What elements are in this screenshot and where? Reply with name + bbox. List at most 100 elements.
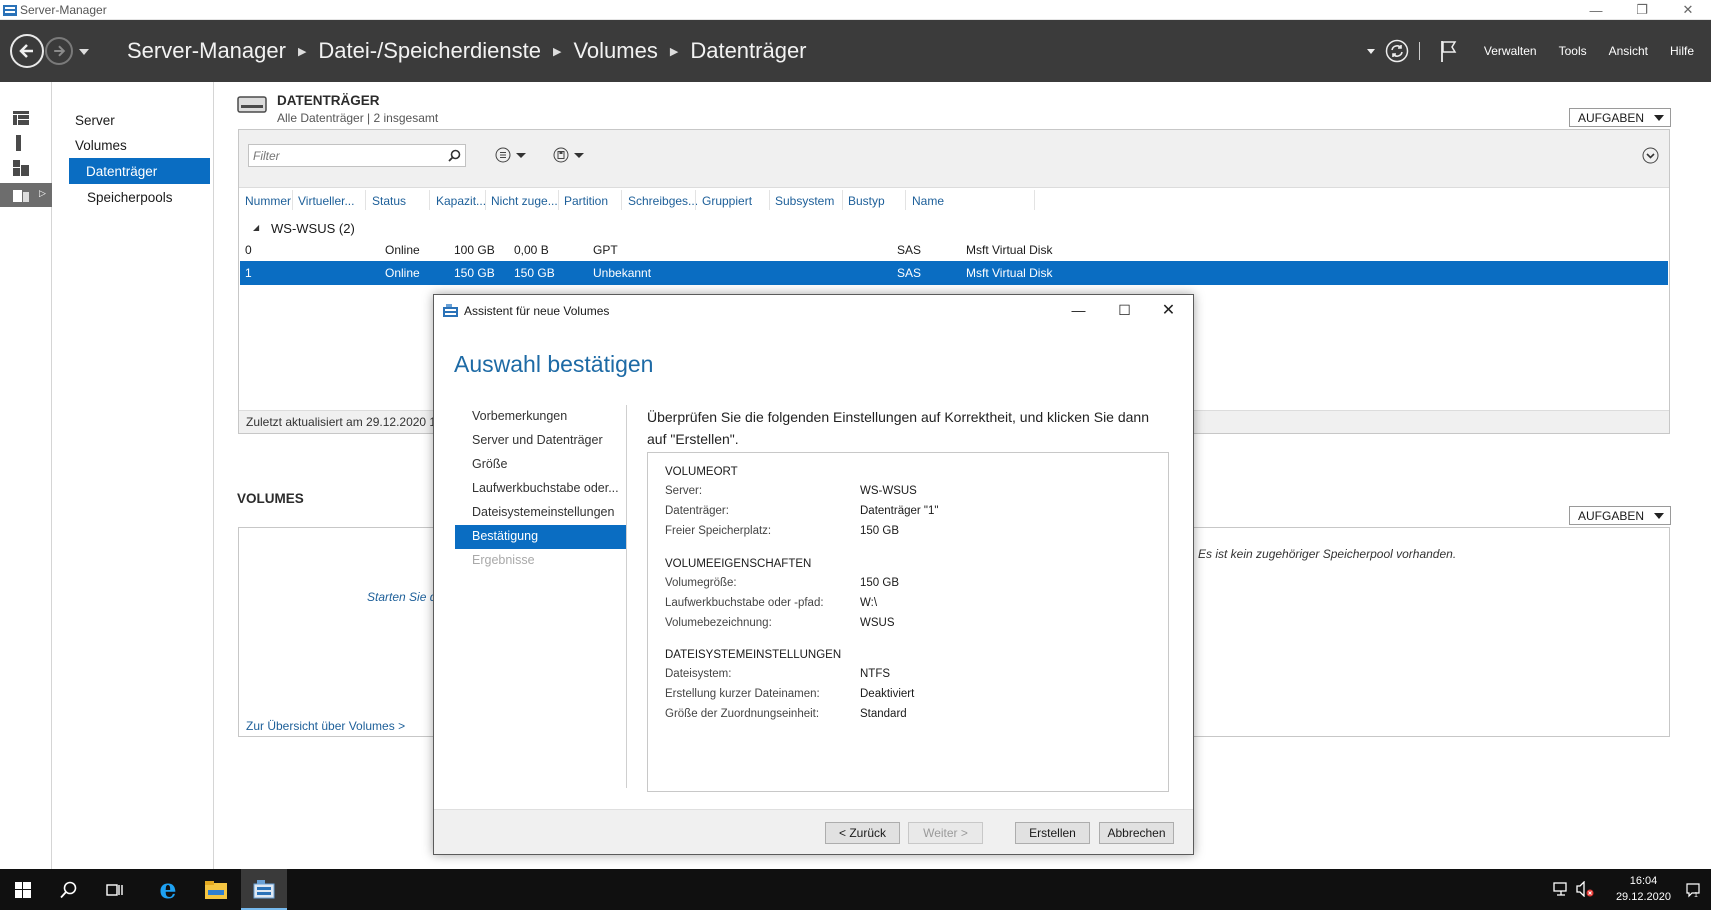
column-header[interactable]: Nummer xyxy=(245,194,291,208)
menu-verwalten[interactable]: Verwalten xyxy=(1484,44,1537,58)
volumes-tasks-button[interactable]: AUFGABEN xyxy=(1569,506,1671,525)
summary-value: WS-WSUS xyxy=(860,485,917,497)
forward-arrow-icon[interactable] xyxy=(45,37,73,65)
clock-date: 29.12.2020 xyxy=(1615,891,1671,903)
server-manager-taskbar-icon[interactable] xyxy=(241,869,287,910)
tasks-label: AUFGABEN xyxy=(1578,110,1645,125)
volume-muted-icon[interactable] xyxy=(1576,881,1594,897)
caret-down-icon xyxy=(1654,114,1664,121)
breadcrumb-item[interactable]: Datei-/Speicherdienste xyxy=(318,38,541,64)
menu-hilfe[interactable]: Hilfe xyxy=(1670,44,1694,58)
disks-section-subtitle: Alle Datenträger | 2 insgesamt xyxy=(277,111,439,125)
column-separator xyxy=(292,190,293,210)
dropdown-caret-icon[interactable] xyxy=(1366,48,1375,54)
server-manager-icon xyxy=(3,5,17,16)
caret-down-icon xyxy=(516,152,526,158)
step-laufwerkbuchstabe[interactable]: Laufwerkbuchstabe oder... xyxy=(455,477,626,501)
column-header[interactable]: Schreibges... xyxy=(628,194,698,208)
navigation-tree: Server Volumes Datenträger Speicherpools xyxy=(52,82,214,869)
file-explorer-icon[interactable] xyxy=(193,869,239,910)
back-arrow-icon[interactable] xyxy=(10,34,44,68)
column-separator xyxy=(695,190,696,210)
expand-arrow-icon[interactable]: ▷ xyxy=(39,188,46,199)
volumes-start-link[interactable]: Starten Sie d xyxy=(367,590,436,604)
start-windows-icon[interactable] xyxy=(0,869,46,910)
close-window-icon[interactable]: ✕ xyxy=(1665,0,1711,20)
task-view-icon[interactable] xyxy=(92,869,138,910)
refresh-icon[interactable] xyxy=(1385,39,1409,63)
disk-section-icon xyxy=(237,96,267,113)
network-icon[interactable] xyxy=(1553,882,1569,896)
search-icon[interactable] xyxy=(448,149,461,162)
nav-item-datentraeger[interactable]: Datenträger xyxy=(69,158,210,184)
dialog-minimize-icon[interactable]: — xyxy=(1056,295,1101,325)
step-vorbemerkungen[interactable]: Vorbemerkungen xyxy=(455,405,626,429)
header-divider xyxy=(1418,42,1420,60)
table-row-selected[interactable]: 1 Online 150 GB 150 GB Unbekannt SAS Msf… xyxy=(240,261,1668,285)
menu-tools[interactable]: Tools xyxy=(1559,44,1587,58)
summary-key: Erstellung kurzer Dateinamen: xyxy=(665,688,820,700)
column-separator xyxy=(769,190,770,210)
notifications-flag-icon[interactable] xyxy=(1440,39,1458,63)
restore-icon[interactable]: ❐ xyxy=(1619,0,1665,20)
create-button[interactable]: Erstellen xyxy=(1015,822,1090,844)
column-header[interactable]: Subsystem xyxy=(775,194,834,208)
step-server-datentraeger[interactable]: Server und Datenträger xyxy=(455,429,626,453)
disks-tasks-button[interactable]: AUFGABEN xyxy=(1569,108,1671,127)
summary-key: Volumebezeichnung: xyxy=(665,617,772,629)
internet-explorer-icon[interactable]: e xyxy=(145,869,191,910)
group-collapse-icon[interactable]: ◢ xyxy=(253,223,259,232)
nav-item-volumes[interactable]: Volumes xyxy=(73,132,127,158)
group-header[interactable]: WS-WSUS (2) xyxy=(271,221,355,236)
next-button: Weiter > xyxy=(908,822,983,844)
breadcrumb-item[interactable]: Server-Manager xyxy=(127,38,286,64)
notification-center-icon[interactable]: 1 xyxy=(1685,882,1701,898)
column-header[interactable]: Name xyxy=(912,194,944,208)
step-bestaetigung[interactable]: Bestätigung xyxy=(455,525,626,549)
nav-item-server[interactable]: Server xyxy=(73,107,115,133)
view-options-button[interactable] xyxy=(495,147,526,163)
summary-value: WSUS xyxy=(860,617,895,629)
volumes-overview-link[interactable]: Zur Übersicht über Volumes > xyxy=(246,719,405,733)
column-header[interactable]: Nicht zuge... xyxy=(491,194,558,208)
dialog-maximize-icon[interactable]: ☐ xyxy=(1102,295,1147,325)
windows-taskbar: e 16:04 29.12.2020 1 xyxy=(0,869,1711,910)
local-server-icon[interactable] xyxy=(0,131,52,155)
cell-status: Online xyxy=(385,243,420,257)
cell-status: Online xyxy=(385,266,420,280)
save-query-button[interactable] xyxy=(553,147,584,163)
column-header[interactable]: Bustyp xyxy=(848,194,885,208)
summary-value: 150 GB xyxy=(860,577,899,589)
menu-ansicht[interactable]: Ansicht xyxy=(1609,44,1648,58)
breadcrumb-item[interactable]: Volumes xyxy=(573,38,657,64)
all-servers-icon[interactable] xyxy=(0,156,52,180)
breadcrumb-item[interactable]: Datenträger xyxy=(690,38,806,64)
column-separator xyxy=(485,190,486,210)
collapse-chevron-icon[interactable] xyxy=(1642,147,1659,164)
step-dateisystemeinstellungen[interactable]: Dateisystemeinstellungen xyxy=(455,501,626,525)
cancel-button[interactable]: Abbrechen xyxy=(1099,822,1174,844)
column-header[interactable]: Kapazit... xyxy=(436,194,486,208)
dialog-close-icon[interactable]: ✕ xyxy=(1146,295,1191,325)
cell-name: Msft Virtual Disk xyxy=(966,243,1053,257)
nav-item-speicherpools[interactable]: Speicherpools xyxy=(85,184,173,210)
column-header[interactable]: Partition xyxy=(564,194,608,208)
dialog-instructions: Überprüfen Sie die folgenden Einstellung… xyxy=(647,409,1149,447)
filter-input[interactable] xyxy=(248,144,466,167)
step-groesse[interactable]: Größe xyxy=(455,453,626,477)
history-dropdown-icon[interactable] xyxy=(79,49,89,55)
header-actions: Verwalten Tools Ansicht Hilfe xyxy=(1366,20,1711,82)
column-header[interactable]: Gruppiert xyxy=(702,194,752,208)
column-header[interactable]: Virtueller... xyxy=(298,194,354,208)
minimize-icon[interactable]: — xyxy=(1573,0,1619,20)
search-taskbar-icon[interactable] xyxy=(46,869,92,910)
column-header[interactable]: Status xyxy=(372,194,406,208)
back-button[interactable]: < Zurück xyxy=(825,822,900,844)
summary-key: Dateisystem: xyxy=(665,668,732,680)
taskbar-clock[interactable]: 16:04 29.12.2020 xyxy=(1616,873,1671,905)
navigation-icon-bar: ▷ xyxy=(0,82,52,869)
file-storage-icon[interactable]: ▷ xyxy=(0,183,52,207)
cell-nicht-zugeordnet: 150 GB xyxy=(514,266,555,280)
cell-nummer: 1 xyxy=(245,266,252,280)
dashboard-icon[interactable] xyxy=(0,106,52,130)
